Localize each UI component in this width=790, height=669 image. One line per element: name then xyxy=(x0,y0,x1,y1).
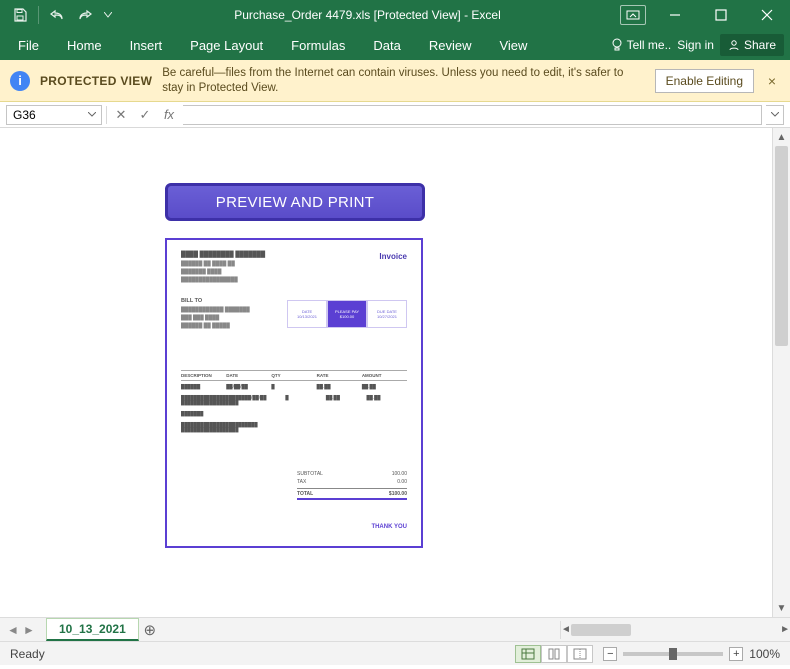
invoice-company: ████ ████████ ███████ xyxy=(181,252,265,258)
title-bar: Purchase_Order 4479.xls [Protected View]… xyxy=(0,0,790,30)
tab-formulas[interactable]: Formulas xyxy=(277,30,359,60)
quick-access-toolbar xyxy=(0,3,115,27)
undo-icon[interactable] xyxy=(45,3,69,27)
invoice-date-box: DATE10/13/2021 xyxy=(287,300,327,328)
sheet-nav-arrows[interactable]: ◄► xyxy=(0,623,42,637)
tell-me-label: Tell me.. xyxy=(627,38,672,52)
formula-input[interactable] xyxy=(183,105,762,125)
cancel-formula-icon[interactable]: ✕ xyxy=(111,105,131,125)
zoom-knob[interactable] xyxy=(669,648,677,660)
shield-icon: i xyxy=(10,71,30,91)
page-layout-view-icon[interactable] xyxy=(541,645,567,663)
ribbon-tabs: File Home Insert Page Layout Formulas Da… xyxy=(0,30,790,60)
vertical-scrollbar[interactable]: ▲ ▼ xyxy=(772,128,790,617)
invoice-please-pay-box: PLEASE PAY$100.00 xyxy=(327,300,367,328)
spreadsheet-grid[interactable]: PREVIEW AND PRINT ████ ████████ ███████ … xyxy=(0,128,772,617)
sign-in-link[interactable]: Sign in xyxy=(677,38,714,52)
tab-page-layout[interactable]: Page Layout xyxy=(176,30,277,60)
invoice-due-box: DUE DATE10/27/2021 xyxy=(367,300,407,328)
qat-dropdown-icon[interactable] xyxy=(101,3,115,27)
tab-review[interactable]: Review xyxy=(415,30,486,60)
zoom-control: − + 100% xyxy=(603,647,780,661)
minimize-button[interactable] xyxy=(652,0,698,30)
tab-data[interactable]: Data xyxy=(359,30,414,60)
zoom-slider[interactable] xyxy=(623,652,723,656)
enable-editing-button[interactable]: Enable Editing xyxy=(655,69,754,93)
invoice-line-items: DESCRIPTIONDATEQTYRATEAMOUNT ████████/██… xyxy=(181,370,407,435)
close-button[interactable] xyxy=(744,0,790,30)
window-title: Purchase_Order 4479.xls [Protected View]… xyxy=(115,8,620,22)
scroll-down-icon[interactable]: ▼ xyxy=(773,599,790,617)
chevron-down-icon[interactable] xyxy=(85,108,99,122)
horizontal-scrollbar[interactable]: ◄ ► xyxy=(560,621,790,639)
page-break-view-icon[interactable] xyxy=(567,645,593,663)
redo-icon[interactable] xyxy=(73,3,97,27)
sheet-tab-bar: ◄► 10_13_2021 ⊕ ◄ ► xyxy=(0,617,790,641)
hscroll-track[interactable] xyxy=(571,623,780,637)
tab-insert[interactable]: Insert xyxy=(116,30,177,60)
fx-icon[interactable]: fx xyxy=(159,105,179,125)
name-box[interactable]: G36 xyxy=(6,105,102,125)
formula-bar: G36 ✕ ✓ fx xyxy=(0,102,790,128)
status-text: Ready xyxy=(10,647,45,661)
zoom-level[interactable]: 100% xyxy=(749,647,780,661)
name-box-value: G36 xyxy=(13,108,36,122)
invoice-address: ██████ ██ ████ █████████ ███████████████… xyxy=(181,260,265,284)
person-icon xyxy=(728,39,740,51)
status-bar: Ready − + 100% xyxy=(0,641,790,665)
worksheet-area: PREVIEW AND PRINT ████ ████████ ███████ … xyxy=(0,128,790,617)
lightbulb-icon xyxy=(611,38,623,52)
tab-view[interactable]: View xyxy=(485,30,541,60)
invoice-totals: SUBTOTAL100.00 TAX0.00 TOTAL$100.00 xyxy=(297,470,407,500)
invoice-thank-you: THANK YOU xyxy=(371,524,407,530)
zoom-in-button[interactable]: + xyxy=(729,647,743,661)
protected-view-bar: i PROTECTED VIEW Be careful—files from t… xyxy=(0,60,790,102)
tell-me-search[interactable]: Tell me.. xyxy=(611,38,672,52)
invoice-summary-boxes: DATE10/13/2021 PLEASE PAY$100.00 DUE DAT… xyxy=(287,300,407,328)
enter-formula-icon[interactable]: ✓ xyxy=(135,105,155,125)
tab-file[interactable]: File xyxy=(4,30,53,60)
share-button[interactable]: Share xyxy=(720,34,784,56)
window-controls xyxy=(652,0,790,30)
scroll-up-icon[interactable]: ▲ xyxy=(773,128,790,146)
zoom-out-button[interactable]: − xyxy=(603,647,617,661)
scroll-right-icon[interactable]: ► xyxy=(780,621,790,639)
ribbon-display-options-icon[interactable] xyxy=(620,5,646,25)
scroll-left-icon[interactable]: ◄ xyxy=(561,621,571,639)
sheet-tab-active[interactable]: 10_13_2021 xyxy=(46,618,139,641)
close-bar-icon[interactable]: × xyxy=(764,73,780,89)
maximize-button[interactable] xyxy=(698,0,744,30)
expand-formula-bar-icon[interactable] xyxy=(766,105,784,125)
vscroll-track[interactable] xyxy=(773,146,790,599)
normal-view-icon[interactable] xyxy=(515,645,541,663)
invoice-title: Invoice xyxy=(379,252,407,284)
save-icon[interactable] xyxy=(8,3,32,27)
hscroll-thumb[interactable] xyxy=(571,624,631,636)
vscroll-thumb[interactable] xyxy=(775,146,788,346)
view-buttons xyxy=(515,645,593,663)
new-sheet-icon[interactable]: ⊕ xyxy=(139,621,161,639)
tab-home[interactable]: Home xyxy=(53,30,116,60)
preview-and-print-button[interactable]: PREVIEW AND PRINT xyxy=(165,183,425,221)
invoice-thumbnail[interactable]: ████ ████████ ███████ ██████ ██ ████ ███… xyxy=(165,238,423,548)
share-label: Share xyxy=(744,38,776,52)
protected-view-message: Be careful—files from the Internet can c… xyxy=(162,66,644,96)
protected-view-title: PROTECTED VIEW xyxy=(40,74,152,88)
